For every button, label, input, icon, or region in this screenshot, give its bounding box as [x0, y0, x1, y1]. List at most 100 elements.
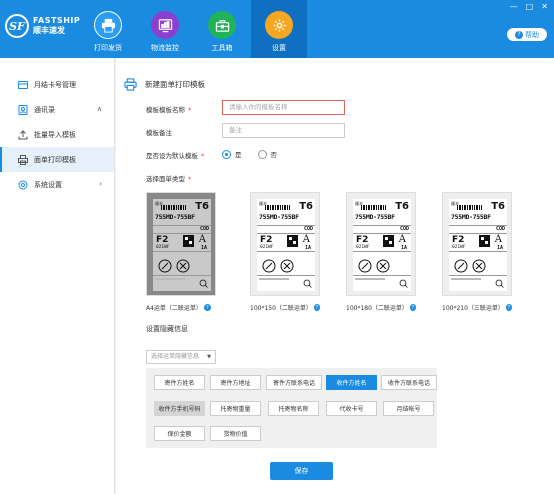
- page-title: 新建面单打印模板: [124, 78, 205, 91]
- maximize-icon[interactable]: □: [526, 2, 534, 11]
- dest-sub-code: 021WF: [356, 245, 370, 250]
- top-header: SF FASTSHIP 顺丰速发 打印发货 物流监控 工具箱 设置 — □ ✕ …: [0, 0, 554, 58]
- hidden-info-title: 设置隐藏信息: [146, 325, 188, 333]
- template-a4[interactable]: 顺丰 755MD-755BF T6 COD F2 021WF A 1A A4运单…: [146, 192, 216, 312]
- field-receiver-name[interactable]: 收件方姓名: [326, 375, 377, 390]
- template-100x180[interactable]: 顺丰 755MD-755BF T6 COD F2 021WF A 1A 100*…: [346, 192, 416, 312]
- waybill-label: 顺丰 755MD-755BF T6 COD F2 021WF A 1A: [449, 199, 507, 291]
- field-insured-amount[interactable]: 保价金额: [154, 426, 205, 441]
- cod-mark: COD: [199, 226, 209, 232]
- help-icon[interactable]: ?: [409, 304, 416, 311]
- area-code: 1A: [200, 245, 207, 251]
- toolbox-icon: [208, 11, 236, 39]
- waybill-label: 顺丰 755MD-755BF T6 COD F2 021WF A 1A: [353, 199, 411, 291]
- field-sender-phone[interactable]: 寄件方联系电话: [266, 375, 322, 390]
- waybill-preview: 顺丰 755MD-755BF T6 COD F2 021WF A 1A: [442, 192, 512, 296]
- help-button[interactable]: ? 帮助: [507, 28, 547, 41]
- field-sender-name[interactable]: 寄件方姓名: [154, 375, 205, 390]
- waybill-type-label: 选择面单类型 *: [146, 175, 192, 183]
- window-controls: — □ ✕: [510, 2, 548, 11]
- dest-code: F2: [260, 235, 273, 245]
- settings-icon: [18, 180, 28, 190]
- brand-name-cn: 顺丰速发: [33, 26, 65, 35]
- field-item-name[interactable]: 托寄物名称: [268, 401, 319, 416]
- contacts-icon: [18, 104, 28, 115]
- dest-sub-code: 021WF: [260, 245, 274, 250]
- field-item-weight[interactable]: 托寄物重量: [210, 401, 261, 416]
- main-nav: 打印发货 物流监控 工具箱 设置: [80, 0, 307, 58]
- nav-toolbox[interactable]: 工具箱: [194, 0, 250, 58]
- area-letter: A: [494, 234, 502, 245]
- nav-logistics-monitor[interactable]: 物流监控: [137, 0, 193, 58]
- sidebar-item-print-template[interactable]: 面单打印模板: [0, 147, 114, 172]
- waybill-preview: 顺丰 755MD-755BF T6 COD F2 021WF A 1A: [346, 192, 416, 296]
- waybill-preview: 顺丰 755MD-755BF T6 COD F2 021WF A 1A: [146, 192, 216, 296]
- template-100x150[interactable]: 顺丰 755MD-755BF T6 COD F2 021WF A 1A 100*…: [250, 192, 320, 312]
- chevron-up-icon: ∧: [96, 105, 102, 113]
- cod-mark: COD: [399, 226, 409, 232]
- caret-down-icon: ▼: [207, 354, 211, 360]
- chevron-right-icon: ›: [99, 180, 102, 188]
- gear-icon: [265, 11, 293, 39]
- route-code: 755MD-755BF: [155, 213, 195, 221]
- dest-code: F2: [356, 235, 369, 245]
- hidden-info-select[interactable]: 选择运单隐藏信息 ▼: [146, 350, 216, 364]
- template-name-input[interactable]: 请输入你的模板名称: [222, 100, 345, 115]
- radio-yes[interactable]: [222, 149, 231, 159]
- field-receiver-mobile[interactable]: 收件方手机号码: [154, 401, 205, 416]
- print-template-icon: [18, 154, 28, 165]
- area-letter: A: [198, 234, 206, 245]
- field-cod-card[interactable]: 代收卡号: [326, 401, 377, 416]
- brand-logo: SF FASTSHIP 顺丰速发: [5, 14, 80, 38]
- field-receiver-phone[interactable]: 收件方联系电话: [381, 375, 437, 390]
- sf-logo-icon: SF: [5, 14, 29, 38]
- default-template-radio-group: 是 否: [222, 149, 277, 159]
- service-code: T6: [299, 201, 313, 212]
- main-panel: 新建面单打印模板 模板模板名称 * 请输入你的模板名称 模板备注 备注 是否设为默…: [116, 58, 554, 494]
- nav-settings[interactable]: 设置: [251, 0, 307, 58]
- cod-mark: COD: [303, 226, 313, 232]
- service-code: T6: [195, 201, 209, 212]
- printer-icon: [94, 11, 122, 39]
- dest-sub-code: 021WF: [156, 245, 170, 250]
- card-icon: [18, 80, 28, 90]
- template-100x210[interactable]: 顺丰 755MD-755BF T6 COD F2 021WF A 1A 100*…: [442, 192, 512, 312]
- help-icon[interactable]: ?: [313, 304, 320, 311]
- waybill-template-list: 顺丰 755MD-755BF T6 COD F2 021WF A 1A A4运单…: [146, 192, 546, 322]
- radio-no[interactable]: [257, 149, 267, 159]
- sidebar-item-monthly-card[interactable]: 月结卡号管理: [0, 72, 114, 97]
- default-template-label: 是否设为默认模板 *: [146, 152, 205, 160]
- route-code: 755MD-755BF: [355, 213, 395, 221]
- help-icon[interactable]: ?: [203, 304, 211, 311]
- close-icon[interactable]: ✕: [541, 2, 548, 11]
- help-icon[interactable]: ?: [505, 304, 512, 311]
- cod-mark: COD: [495, 226, 505, 232]
- area-letter: A: [398, 234, 406, 245]
- printer-icon: [124, 78, 137, 91]
- nav-print-ship[interactable]: 打印发货: [80, 0, 136, 58]
- field-monthly-account[interactable]: 月结帐号: [383, 401, 434, 416]
- sidebar: 月结卡号管理 通讯录 ∧ 批量导入模板 面单打印模板 系统设置 ›: [0, 58, 115, 494]
- sidebar-item-batch-import[interactable]: 批量导入模板: [0, 122, 114, 147]
- template-name-label: 模板模板名称 *: [146, 106, 192, 114]
- area-code: 1A: [304, 245, 311, 251]
- template-note-input[interactable]: 备注: [222, 123, 345, 138]
- dest-sub-code: 021WF: [452, 245, 466, 250]
- dest-code: F2: [156, 235, 169, 245]
- route-code: 755MD-755BF: [259, 213, 299, 221]
- field-sender-address[interactable]: 寄件方地址: [210, 375, 261, 390]
- waybill-label: 顺丰 755MD-755BF T6 COD F2 021WF A 1A: [153, 199, 211, 291]
- hidden-fields-panel: 寄件方姓名 寄件方地址 寄件方联系电话 收件方姓名 收件方联系电话 收件方手机号…: [146, 368, 437, 448]
- template-note-label: 模板备注: [146, 129, 172, 137]
- save-button[interactable]: 保存: [270, 462, 333, 480]
- sidebar-item-system-settings[interactable]: 系统设置 ›: [0, 172, 114, 197]
- area-code: 1A: [400, 245, 407, 251]
- sidebar-item-contacts[interactable]: 通讯录 ∧: [0, 97, 114, 122]
- chart-monitor-icon: [151, 11, 179, 39]
- upload-icon: [18, 129, 28, 140]
- waybill-label: 顺丰 755MD-755BF T6 COD F2 021WF A 1A: [257, 199, 315, 291]
- area-letter: A: [302, 234, 310, 245]
- field-goods-value[interactable]: 货物价值: [210, 426, 261, 441]
- minimize-icon[interactable]: —: [510, 2, 518, 11]
- route-code: 755MD-755BF: [451, 213, 491, 221]
